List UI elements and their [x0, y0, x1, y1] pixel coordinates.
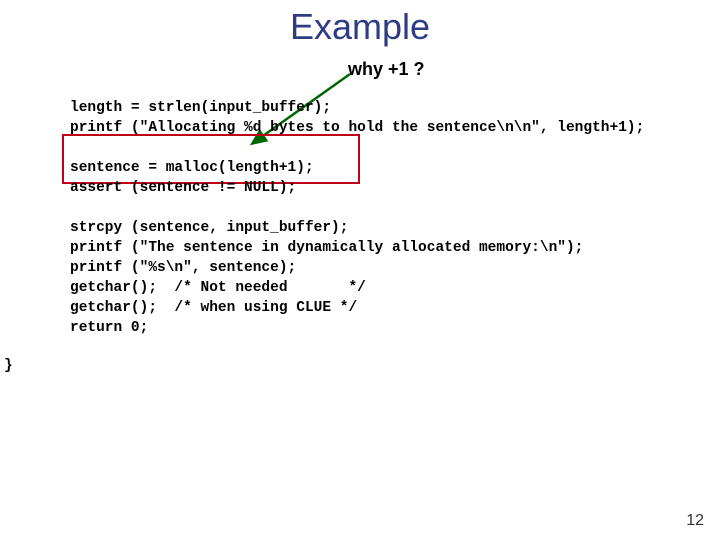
code-line: printf ("%s\n", sentence);: [70, 260, 296, 276]
code-line: getchar(); /* Not needed */: [70, 280, 366, 296]
code-line: sentence = malloc(length+1);: [70, 160, 314, 176]
code-line: strcpy (sentence, input_buffer);: [70, 220, 348, 236]
callout-annotation: why +1 ?: [348, 59, 425, 80]
code-block: length = strlen(input_buffer); printf ("…: [70, 78, 644, 338]
slide-title: Example: [0, 0, 720, 48]
slide: Example why +1 ? length = strlen(input_b…: [0, 0, 720, 540]
code-line: assert (sentence != NULL);: [70, 180, 296, 196]
code-line: printf ("The sentence in dynamically all…: [70, 240, 583, 256]
code-line: return 0;: [70, 320, 148, 336]
code-line: getchar(); /* when using CLUE */: [70, 300, 357, 316]
code-line: length = strlen(input_buffer);: [70, 100, 331, 116]
code-line: printf ("Allocating %d bytes to hold the…: [70, 120, 644, 136]
code-closebrace: }: [4, 358, 13, 374]
page-number: 12: [686, 512, 704, 530]
